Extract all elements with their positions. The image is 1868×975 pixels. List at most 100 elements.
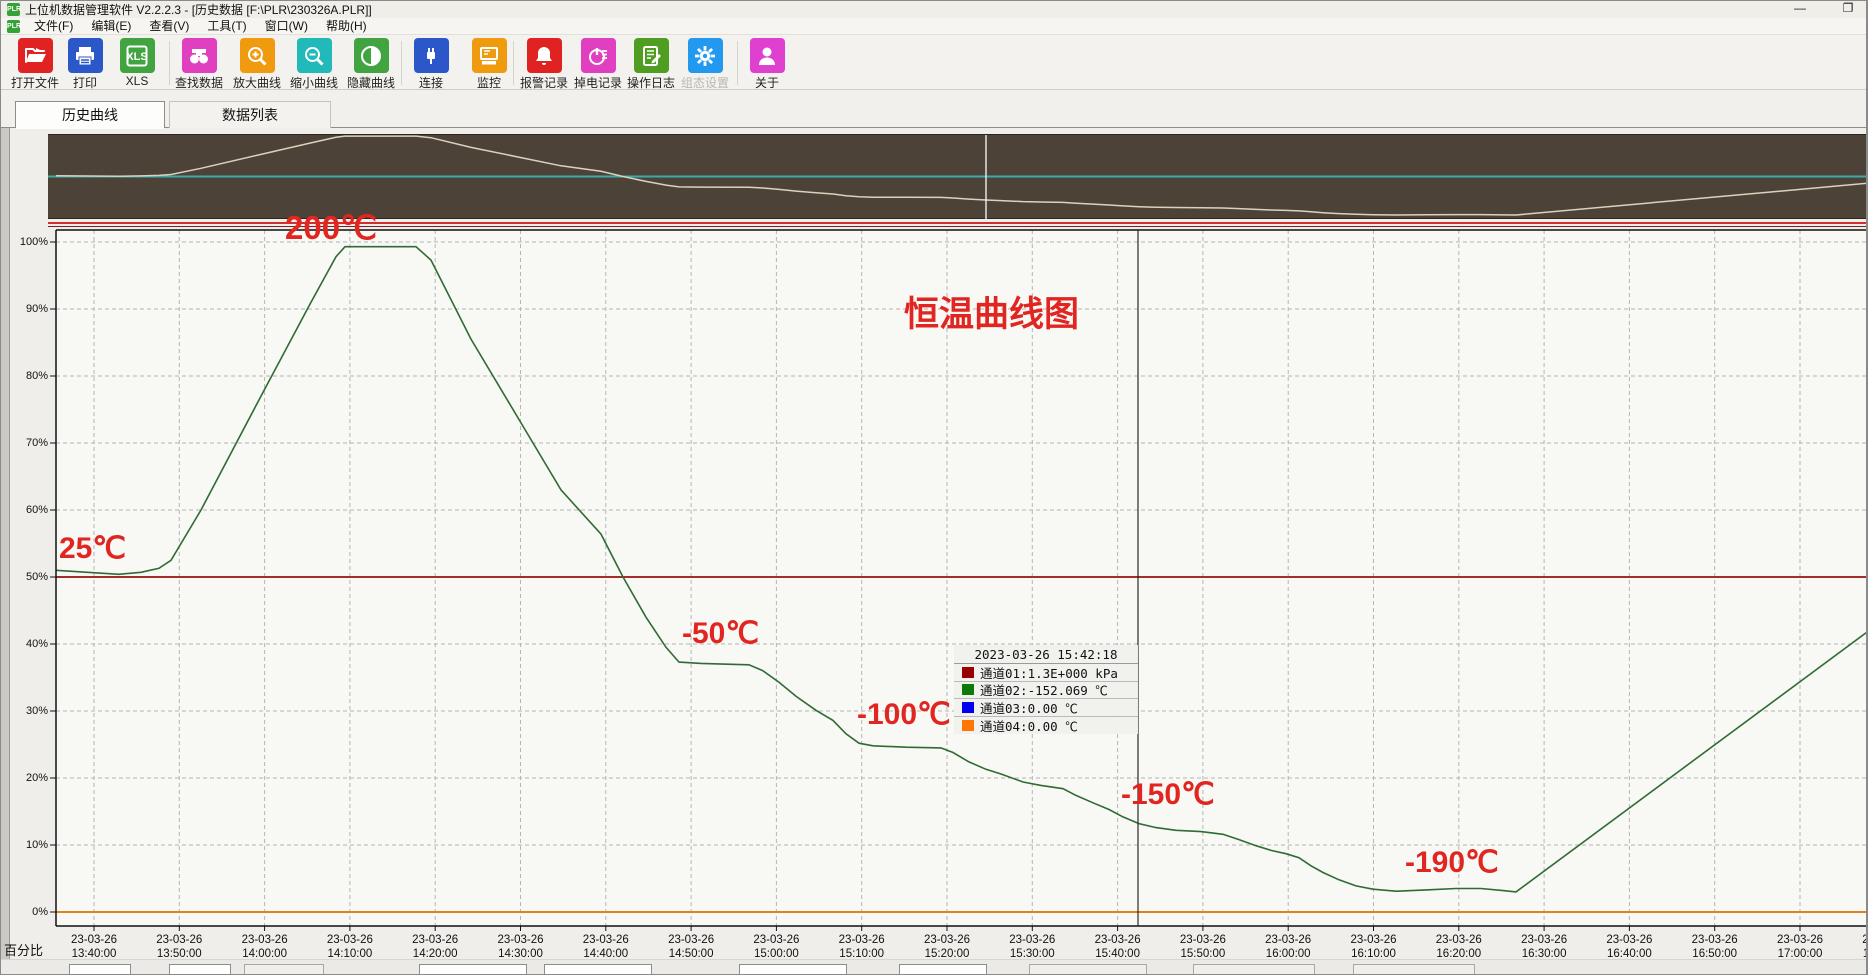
toolbar-button-label: 操作日志 bbox=[625, 74, 677, 91]
contrast-icon bbox=[354, 38, 389, 73]
x-tick-label: 23-03-2616:10:00 bbox=[1334, 933, 1414, 961]
app-window: PLR 上位机数据管理软件 V2.2.2.3 - [历史数据 [F:\PLR\2… bbox=[0, 0, 1868, 975]
x-tick-label: 23-03-2614:50:00 bbox=[651, 933, 731, 961]
x-tick-label: 23-03-2613:40:00 bbox=[54, 933, 134, 961]
toolbar-button-label: 缩小曲线 bbox=[288, 74, 340, 91]
annotation--190: -190℃ bbox=[1405, 845, 1499, 880]
menu-item-3[interactable]: 工具(T) bbox=[198, 19, 255, 33]
x-tick-label: 23-03-2615:30:00 bbox=[992, 933, 1072, 961]
y-tick-label: 70% bbox=[8, 437, 48, 449]
person-icon bbox=[750, 38, 785, 73]
bell-icon bbox=[527, 38, 562, 73]
toolbar-button-zoom-out[interactable]: 缩小曲线 bbox=[288, 38, 340, 88]
y-tick-label: 40% bbox=[8, 638, 48, 650]
power-icon bbox=[581, 38, 616, 73]
toolbar-button-zoom-in[interactable]: 放大曲线 bbox=[231, 38, 283, 88]
toolbar: 打开文件打印XLSXLS查找数据放大曲线缩小曲线隐藏曲线连接监控报警记录掉电记录… bbox=[1, 35, 1867, 90]
toolbar-button-person[interactable]: 关于 bbox=[741, 38, 793, 88]
bottom-control-label-3 bbox=[346, 964, 404, 975]
x-tick-label: 23-03-2615:40:00 bbox=[1078, 933, 1158, 961]
tooltip-row-通道04: 通道04:0.00 ℃ bbox=[954, 717, 1138, 735]
tab-data-list[interactable]: 数据列表 bbox=[169, 101, 331, 128]
menu-item-4[interactable]: 窗口(W) bbox=[256, 19, 317, 33]
bottom-control-input-1[interactable] bbox=[169, 964, 231, 975]
toolbar-button-gear[interactable]: 组态设置 bbox=[679, 38, 731, 88]
toolbar-separator bbox=[737, 41, 738, 85]
x-tick-label: 23-03-2617:10:00 bbox=[1845, 933, 1868, 961]
bottom-control-button-10[interactable] bbox=[1193, 964, 1315, 975]
annotation-200: 200℃ bbox=[285, 208, 377, 247]
channel-swatch-icon bbox=[962, 667, 974, 678]
x-tick-label: 23-03-2613:50:00 bbox=[139, 933, 219, 961]
window-title: 上位机数据管理软件 V2.2.2.3 - [历史数据 [F:\PLR\23032… bbox=[25, 1, 372, 18]
toolbar-button-print[interactable]: 打印 bbox=[59, 38, 111, 88]
bottom-control-button-9[interactable] bbox=[1029, 964, 1147, 975]
restore-button[interactable]: ❐ bbox=[1837, 1, 1859, 18]
bottom-control-button-11[interactable] bbox=[1353, 964, 1475, 975]
tooltip-row-通道03: 通道03:0.00 ℃ bbox=[954, 699, 1138, 717]
toolbar-button-log-pencil[interactable]: 操作日志 bbox=[625, 38, 677, 88]
menu-item-1[interactable]: 编辑(E) bbox=[82, 19, 140, 33]
channel-swatch-icon bbox=[962, 702, 974, 713]
bottom-control-input-0[interactable] bbox=[69, 964, 131, 975]
toolbar-button-open-file[interactable]: 打开文件 bbox=[9, 38, 61, 88]
print-icon bbox=[68, 38, 103, 73]
x-tick-label: 23-03-2615:50:00 bbox=[1163, 933, 1243, 961]
tab-bar: 历史曲线数据列表 bbox=[1, 90, 1867, 128]
x-tick-label: 23-03-2614:30:00 bbox=[481, 933, 561, 961]
tooltip-row-通道02: 通道02:-152.069 ℃ bbox=[954, 682, 1138, 700]
y-tick-label: 30% bbox=[8, 705, 48, 717]
log-pencil-icon bbox=[634, 38, 669, 73]
binoculars-icon bbox=[182, 38, 217, 73]
x-tick-label: 23-03-2617:00:00 bbox=[1760, 933, 1840, 961]
annotation--100: -100℃ bbox=[857, 697, 951, 732]
bottom-control-select-7[interactable] bbox=[739, 964, 847, 975]
y-tick-label: 80% bbox=[8, 370, 48, 382]
bottom-control-select-5[interactable] bbox=[544, 964, 652, 975]
toolbar-button-label: 连接 bbox=[405, 74, 457, 91]
tab-history-curve[interactable]: 历史曲线 bbox=[15, 101, 165, 128]
y-tick-label: 60% bbox=[8, 504, 48, 516]
xls-icon: XLS bbox=[120, 38, 155, 73]
zoom-in-icon bbox=[240, 38, 275, 73]
tooltip-timestamp: 2023-03-26 15:42:18 bbox=[954, 645, 1138, 664]
toolbar-button-xls[interactable]: XLSXLS bbox=[111, 38, 163, 88]
toolbar-button-label: 报警记录 bbox=[518, 74, 570, 91]
title-bar: PLR 上位机数据管理软件 V2.2.2.3 - [历史数据 [F:\PLR\2… bbox=[1, 1, 1867, 18]
toolbar-button-contrast[interactable]: 隐藏曲线 bbox=[345, 38, 397, 88]
app-logo-icon: PLR bbox=[7, 3, 20, 16]
x-tick-label: 23-03-2616:30:00 bbox=[1504, 933, 1584, 961]
toolbar-button-label: 打开文件 bbox=[9, 74, 61, 91]
toolbar-button-bell[interactable]: 报警记录 bbox=[518, 38, 570, 88]
bottom-control-button-2[interactable] bbox=[244, 964, 324, 975]
x-tick-label: 23-03-2614:10:00 bbox=[310, 933, 390, 961]
y-tick-label: 10% bbox=[8, 839, 48, 851]
toolbar-button-label: 打印 bbox=[59, 74, 111, 91]
toolbar-separator bbox=[513, 41, 514, 85]
menu-item-2[interactable]: 查看(V) bbox=[140, 19, 198, 33]
bottom-control-select-8[interactable] bbox=[899, 964, 987, 975]
toolbar-button-plug[interactable]: 连接 bbox=[405, 38, 457, 88]
toolbar-button-binoculars[interactable]: 查找数据 bbox=[173, 38, 225, 88]
overview-strip[interactable] bbox=[48, 134, 1868, 219]
menu-item-5[interactable]: 帮助(H) bbox=[317, 19, 376, 33]
bottom-control-label-6 bbox=[667, 964, 717, 975]
toolbar-button-power[interactable]: 掉电记录 bbox=[572, 38, 624, 88]
gear-icon bbox=[688, 38, 723, 73]
channel-readout: 通道02:-152.069 ℃ bbox=[980, 680, 1108, 699]
x-tick-label: 23-03-2616:40:00 bbox=[1589, 933, 1669, 961]
annotation-: 恒温曲线图 bbox=[904, 286, 1079, 337]
x-tick-label: 23-03-2616:20:00 bbox=[1419, 933, 1499, 961]
y-axis-unit-label: 百分比 bbox=[4, 940, 43, 959]
x-tick-label: 23-03-2614:40:00 bbox=[566, 933, 646, 961]
toolbar-separator bbox=[169, 41, 170, 85]
plug-icon bbox=[414, 38, 449, 73]
channel-readout: 通道03:0.00 ℃ bbox=[980, 698, 1078, 717]
bottom-controls-row bbox=[1, 959, 1867, 975]
toolbar-button-monitor[interactable]: 监控 bbox=[463, 38, 515, 88]
annotation-25: 25℃ bbox=[59, 531, 126, 566]
minimize-button[interactable]: — bbox=[1789, 1, 1811, 18]
menu-item-0[interactable]: 文件(F) bbox=[25, 19, 82, 33]
toolbar-button-label: 隐藏曲线 bbox=[345, 74, 397, 91]
bottom-control-select-4[interactable] bbox=[419, 964, 527, 975]
